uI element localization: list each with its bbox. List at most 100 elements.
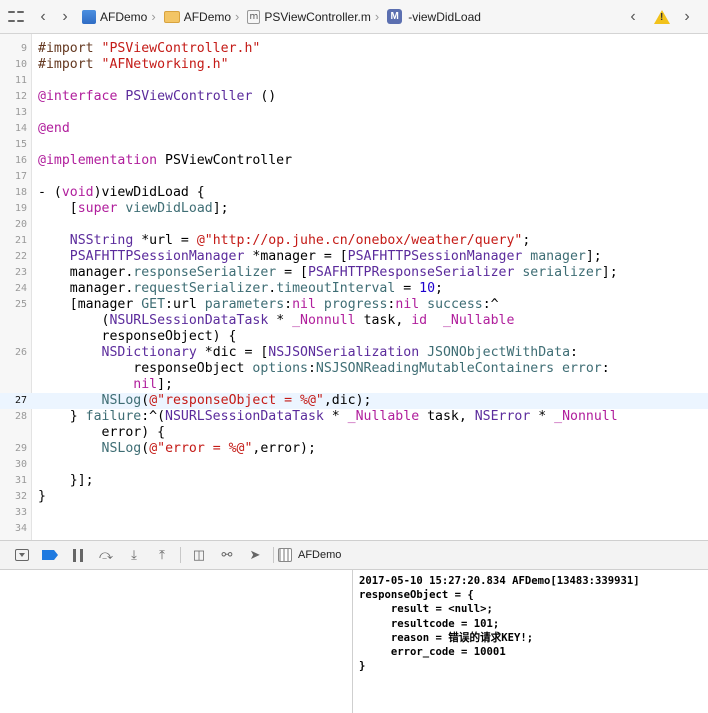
forward-arrow-icon[interactable]: › (56, 7, 74, 27)
code-line[interactable]: (NSURLSessionDataTask * _Nonnull task, i… (0, 313, 708, 329)
line-number[interactable]: 16 (0, 153, 27, 169)
code-token: *url = (133, 233, 197, 248)
line-number[interactable]: 33 (0, 505, 27, 521)
line-number[interactable]: 29 (0, 441, 27, 457)
line-number[interactable]: 25 (0, 297, 27, 313)
code-line[interactable]: 28 } failure:^(NSURLSessionDataTask * _N… (0, 409, 708, 425)
code-line[interactable]: 24 manager.requestSerializer.timeoutInte… (0, 281, 708, 297)
hide-debug-area-button[interactable] (8, 543, 36, 567)
code-line[interactable]: 15 (0, 137, 708, 153)
code-token: NSString (69, 233, 134, 248)
code-line[interactable]: 23 manager.responseSerializer = [PSAFHTT… (0, 265, 708, 281)
line-number[interactable]: 14 (0, 121, 27, 137)
code-token: NSLog (101, 441, 142, 456)
code-token: progress (323, 297, 388, 312)
line-number[interactable]: 17 (0, 169, 27, 185)
code-line[interactable]: 33 (0, 505, 708, 521)
line-number[interactable]: 31 (0, 473, 27, 489)
code-token: : (284, 297, 293, 312)
line-number[interactable]: 11 (0, 73, 27, 89)
view-debugger-button[interactable]: ◫ (185, 543, 213, 567)
back-arrow-icon[interactable]: ‹ (34, 7, 52, 27)
code-line[interactable]: 9 #import "PSViewController.h" (0, 41, 708, 57)
breakpoints-toggle-button[interactable] (36, 543, 64, 567)
pause-button[interactable] (64, 543, 92, 567)
line-number[interactable]: 9 (0, 41, 27, 57)
line-number[interactable]: 12 (0, 89, 27, 105)
code-line[interactable]: 25 [manager GET:url parameters:nil progr… (0, 297, 708, 313)
code-line[interactable]: 19 [super viewDidLoad]; (0, 201, 708, 217)
debug-target-label[interactable]: AFDemo (298, 549, 341, 561)
code-line[interactable]: error) { (0, 425, 708, 441)
variables-view[interactable] (0, 570, 353, 713)
code-line[interactable]: 30 (0, 457, 708, 473)
step-over-button[interactable]: ⤼ (92, 543, 120, 567)
line-number[interactable]: 21 (0, 233, 27, 249)
line-number[interactable]: 24 (0, 281, 27, 297)
code-token: GET (141, 297, 166, 312)
related-items-icon[interactable] (8, 9, 24, 25)
memory-graph-button[interactable]: ⚯ (213, 543, 241, 567)
code-line[interactable]: 18 - (void)viewDidLoad { (0, 185, 708, 201)
code-line[interactable]: 22 PSAFHTTPSessionManager *manager = [PS… (0, 249, 708, 265)
code-token: @interface (38, 89, 118, 104)
code-text: manager.requestSerializer.timeoutInterva… (38, 281, 443, 297)
code-text: @end (38, 121, 70, 137)
code-token: _Nullable (347, 409, 420, 424)
breadcrumb-group[interactable]: AFDemo (163, 10, 231, 24)
code-line[interactable]: 21 NSString *url = @"http://op.juhe.cn/o… (0, 233, 708, 249)
breadcrumb-method[interactable]: M -viewDidLoad (387, 9, 481, 24)
line-number[interactable]: 13 (0, 105, 27, 121)
line-number[interactable]: 34 (0, 521, 27, 537)
code-text: PSAFHTTPSessionManager *manager = [PSAFH… (38, 249, 602, 265)
line-number[interactable]: 19 (0, 201, 27, 217)
location-arrow-icon: ➤ (249, 547, 261, 562)
code-line[interactable]: 31 }]; (0, 473, 708, 489)
step-out-button[interactable]: ⤒ (148, 543, 176, 567)
line-number[interactable]: 18 (0, 185, 27, 201)
breadcrumb-file[interactable]: m PSViewController.m (247, 9, 371, 24)
warning-icon[interactable] (654, 10, 670, 24)
code-line[interactable]: 11 (0, 73, 708, 89)
line-number[interactable]: 23 (0, 265, 27, 281)
pause-icon (73, 548, 83, 562)
code-token: failure (85, 409, 142, 424)
console-output[interactable]: 2017-05-10 15:27:20.834 AFDemo[13483:339… (354, 570, 708, 713)
code-line[interactable]: 32} (0, 489, 708, 505)
code-token: #import (38, 41, 102, 56)
source-editor[interactable]: 9 #import "PSViewController.h" 10 #import "… (0, 34, 708, 540)
code-token: *dic = [ (196, 345, 269, 360)
code-line[interactable]: 13 (0, 105, 708, 121)
line-number[interactable]: 28 (0, 409, 27, 425)
code-line[interactable]: responseObject options:NSJSONReadingMuta… (0, 361, 708, 377)
code-line[interactable]: responseObject) { (0, 329, 708, 345)
code-line[interactable]: 27 NSLog(@"responseObject = %@",dic); (0, 393, 708, 409)
code-token: parameters (204, 297, 285, 312)
code-line[interactable]: 29 NSLog(@"error = %@",error); (0, 441, 708, 457)
line-number[interactable]: 32 (0, 489, 27, 505)
simulate-location-button[interactable]: ➤ (241, 543, 269, 567)
line-number[interactable]: 30 (0, 457, 27, 473)
code-line[interactable]: 17 (0, 169, 708, 185)
line-number[interactable]: 22 (0, 249, 27, 265)
code-line[interactable]: 16 @implementation PSViewController (0, 153, 708, 169)
line-number[interactable]: 10 (0, 57, 27, 73)
code-line[interactable]: nil]; (0, 377, 708, 393)
code-line[interactable]: 12 @interface PSViewController () (0, 89, 708, 105)
previous-issue-icon[interactable]: ‹ (624, 7, 642, 27)
code-line[interactable]: 20 (0, 217, 708, 233)
code-line[interactable]: 10 #import "AFNetworking.h" (0, 57, 708, 73)
step-into-button[interactable]: ⤓ (120, 543, 148, 567)
line-number[interactable]: 20 (0, 217, 27, 233)
code-line[interactable]: 26 NSDictionary *dic = [NSJSONSerializat… (0, 345, 708, 361)
jump-bar-right: ‹ › (624, 0, 700, 34)
code-line[interactable]: 14 @end (0, 121, 708, 137)
code-line[interactable]: 34 (0, 521, 708, 537)
breadcrumb-project[interactable]: AFDemo (82, 9, 147, 24)
next-issue-icon[interactable]: › (678, 7, 696, 27)
line-number[interactable]: 27 (0, 393, 27, 409)
line-number[interactable]: 26 (0, 345, 27, 361)
line-number[interactable]: 15 (0, 137, 27, 153)
